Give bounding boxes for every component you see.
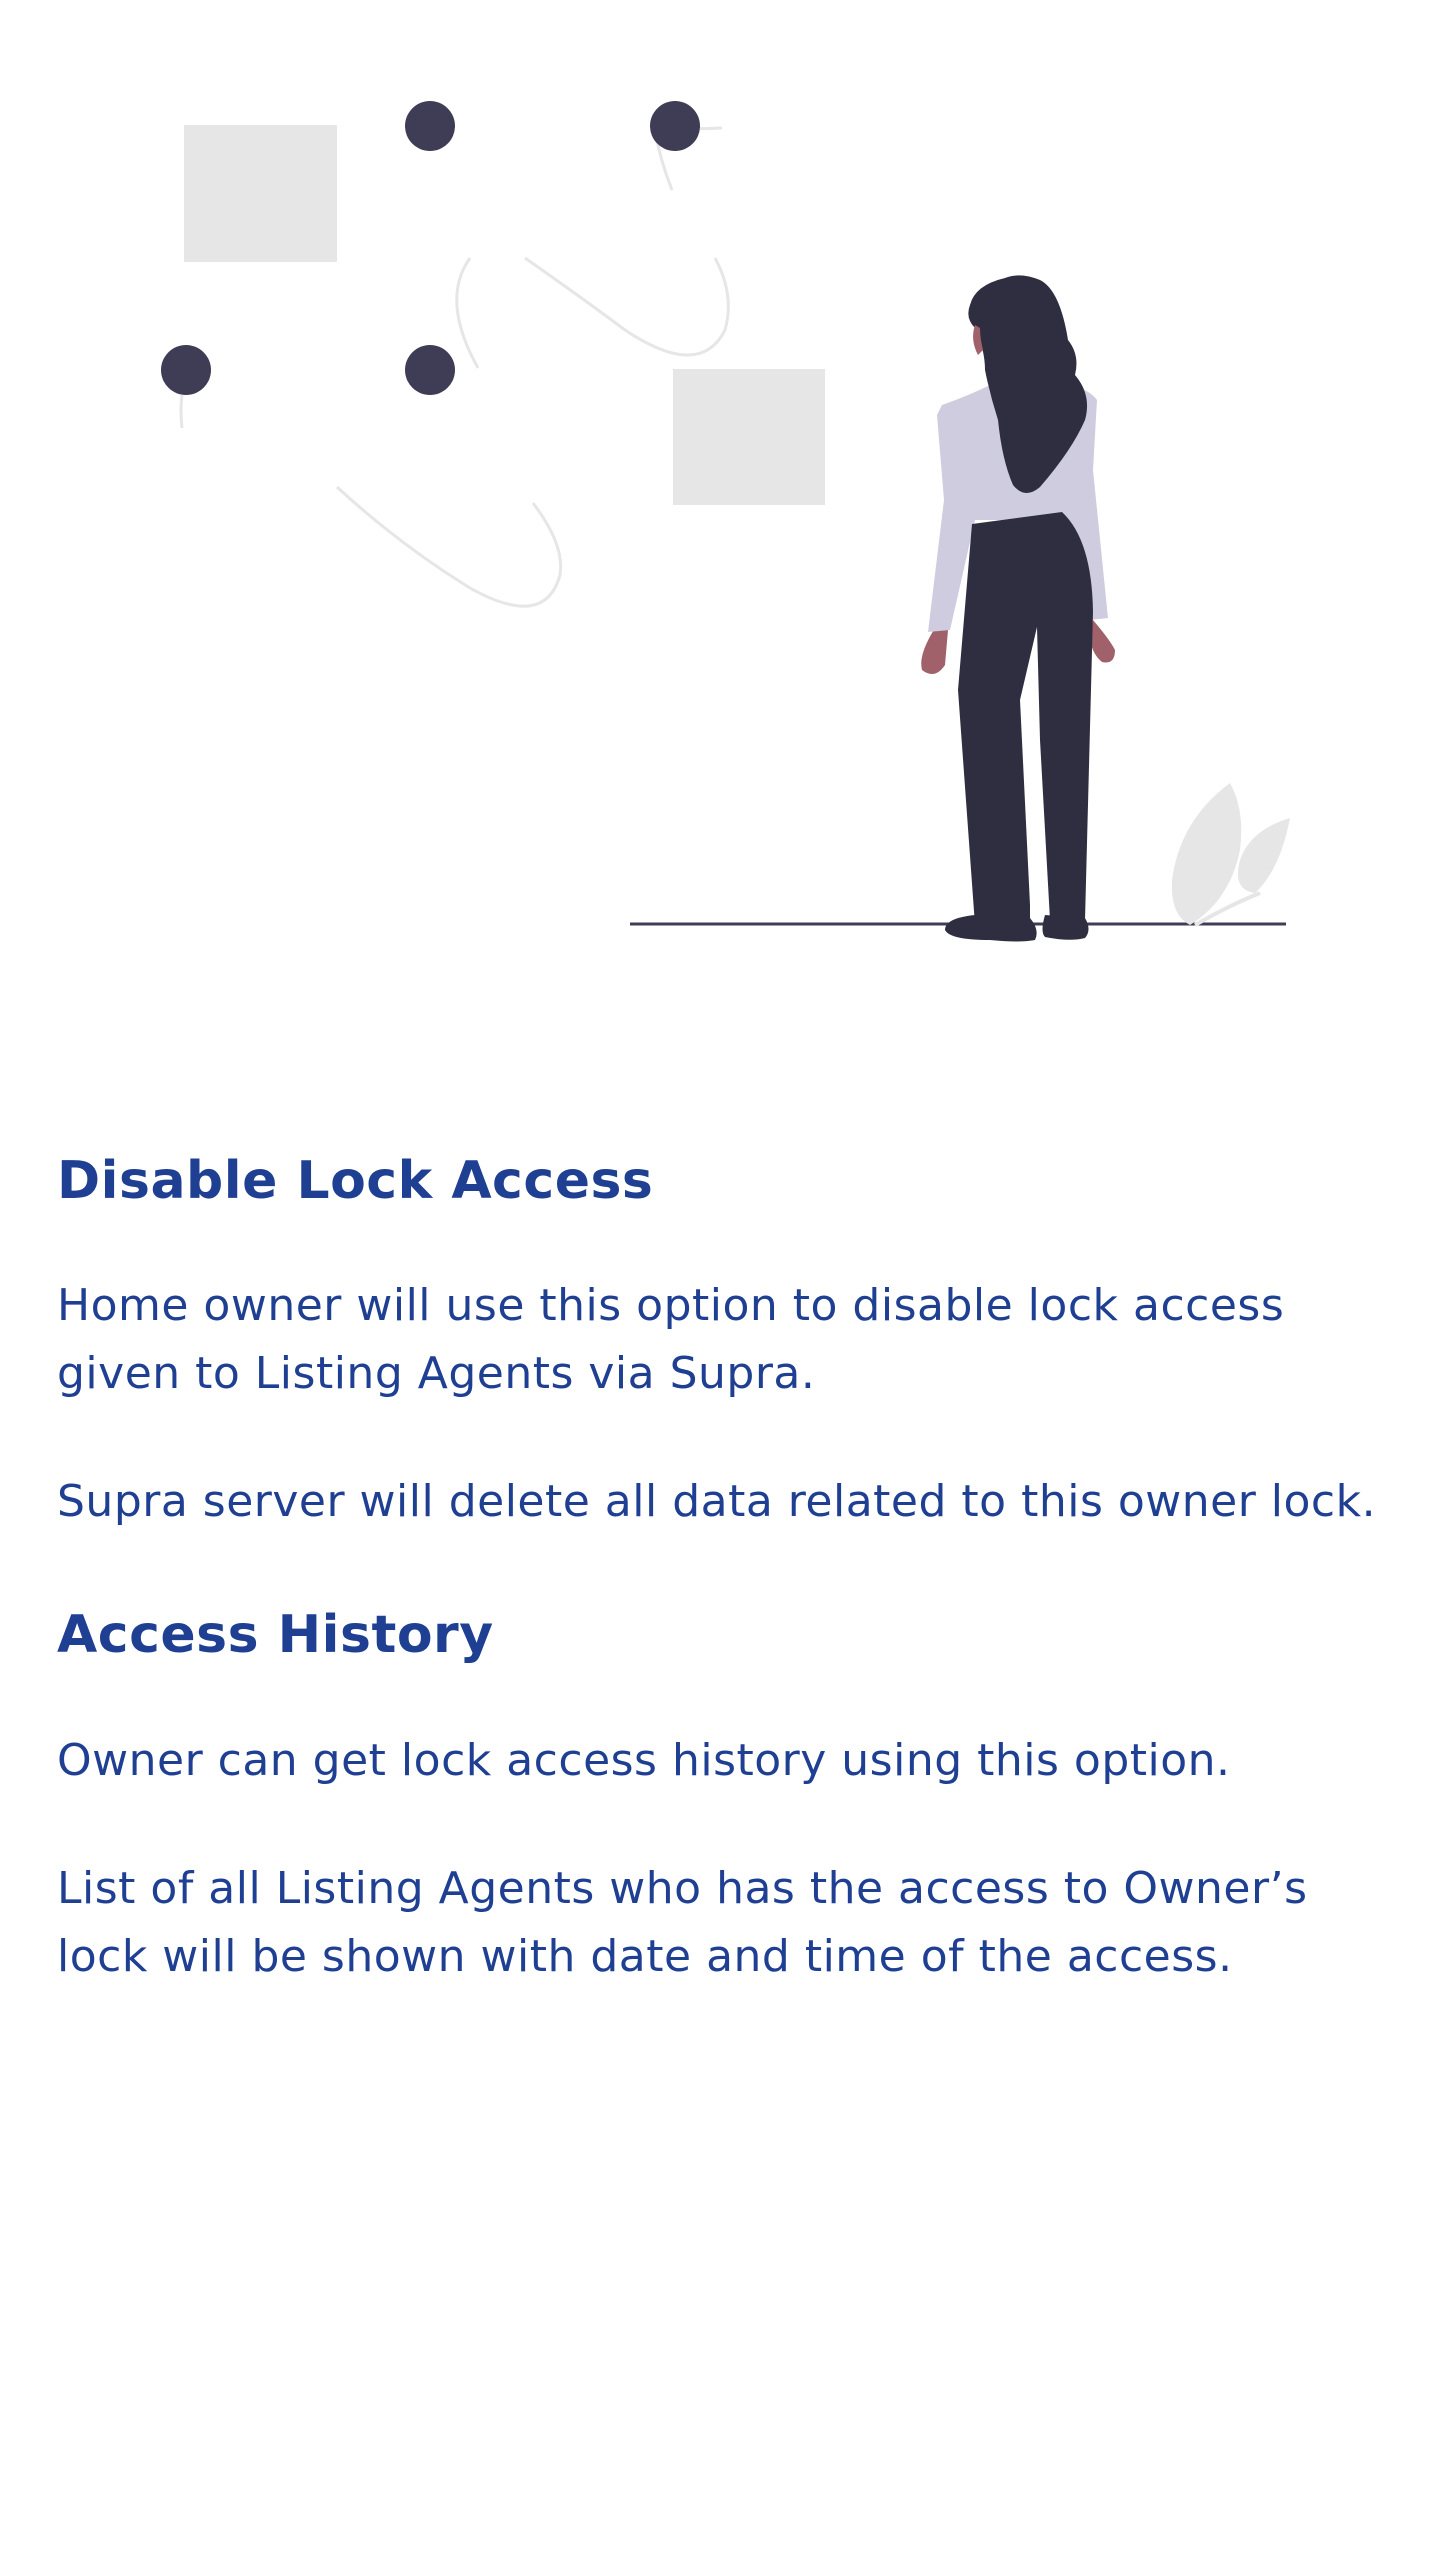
hero-illustration xyxy=(0,0,1440,1000)
node-network-illustration xyxy=(161,101,825,608)
access-history-note: List of all Listing Agents who has the a… xyxy=(57,1862,1308,1982)
disable-lock-access-title: Disable Lock Access xyxy=(57,1151,654,1211)
leaf-plant-illustration xyxy=(1171,783,1290,927)
access-history-description: Owner can get lock access history using … xyxy=(57,1734,1231,1786)
disable-lock-access-note: Supra server will delete all data relate… xyxy=(57,1476,1377,1528)
disable-lock-access-description: Home owner will use this option to disab… xyxy=(57,1280,1285,1400)
content-area: Disable Lock Access Home owner will use … xyxy=(57,1150,1397,1991)
woman-figure-illustration xyxy=(921,275,1115,942)
access-history-title: Access History xyxy=(57,1605,494,1666)
